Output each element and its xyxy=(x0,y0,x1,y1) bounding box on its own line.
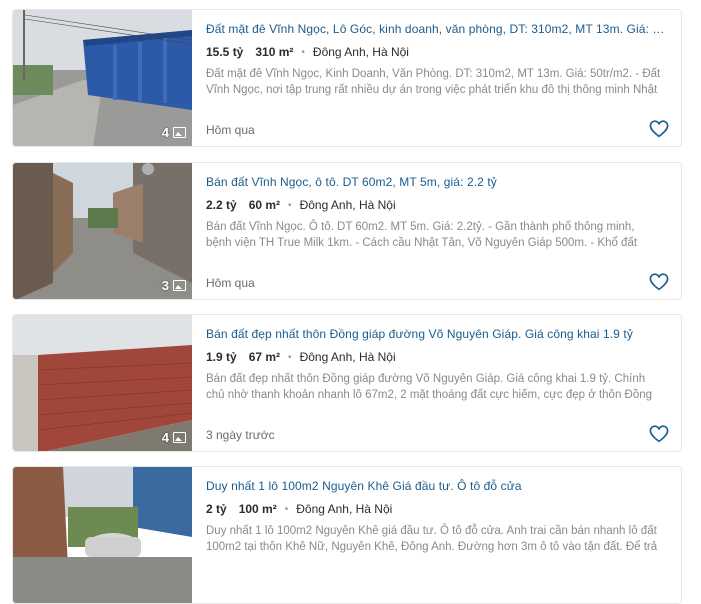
listing-list: 4 Đất mặt đê Vĩnh Ngọc, Lô Góc, kinh doa… xyxy=(0,0,701,604)
listing-location: Đông Anh, Hà Nội xyxy=(312,45,409,59)
listing-thumbnail[interactable]: 3 xyxy=(13,163,192,299)
listing-photo xyxy=(13,467,192,603)
listing-card[interactable]: Duy nhất 1 lô 100m2 Nguyên Khê Giá đầu t… xyxy=(12,466,682,604)
listing-title[interactable]: Duy nhất 1 lô 100m2 Nguyên Khê Giá đầu t… xyxy=(206,479,669,493)
listing-price: 2.2 tỷ xyxy=(206,198,237,212)
listing-meta: 1.9 tỷ 67 m² • Đông Anh, Hà Nội xyxy=(206,350,396,364)
listing-thumbnail[interactable]: 4 xyxy=(13,10,192,146)
heart-icon xyxy=(649,120,669,138)
listing-title[interactable]: Bán đất Vĩnh Ngọc, ô tô. DT 60m2, MT 5m,… xyxy=(206,175,669,189)
favorite-button[interactable] xyxy=(649,120,669,138)
listing-location: Đông Anh, Hà Nội xyxy=(296,502,393,516)
heart-icon xyxy=(649,273,669,291)
listing-body: Bán đất Vĩnh Ngọc, ô tô. DT 60m2, MT 5m,… xyxy=(206,163,669,299)
listing-posted-date: Hôm qua xyxy=(206,276,255,290)
listing-description: Bán đất đẹp nhất thôn Đồng giáp đường Võ… xyxy=(206,373,653,401)
favorite-button[interactable] xyxy=(649,273,669,291)
image-count-badge: 4 xyxy=(162,430,186,445)
separator-dot: • xyxy=(284,503,289,515)
image-count: 4 xyxy=(161,125,169,140)
listing-price: 2 tỷ xyxy=(206,502,227,516)
listing-description: Đất mặt đê Vĩnh Ngọc, Kinh Doanh, Văn Ph… xyxy=(206,68,661,96)
listing-area: 67 m² xyxy=(248,350,281,364)
listing-price: 15.5 tỷ xyxy=(206,45,244,59)
listing-body: Duy nhất 1 lô 100m2 Nguyên Khê Giá đầu t… xyxy=(206,467,669,603)
listing-area: 100 m² xyxy=(238,502,277,516)
heart-icon xyxy=(649,425,669,443)
image-icon xyxy=(173,280,186,291)
listing-location: Đông Anh, Hà Nội xyxy=(299,350,396,364)
favorite-button[interactable] xyxy=(649,425,669,443)
listing-posted-date: Hôm qua xyxy=(206,123,255,137)
image-count: 3 xyxy=(161,278,169,293)
listing-body: Bán đất đẹp nhất thôn Đồng giáp đường Võ… xyxy=(206,315,669,451)
separator-dot: • xyxy=(288,199,292,211)
listing-posted-date: 3 ngày trước xyxy=(206,428,275,442)
listing-title[interactable]: Bán đất đẹp nhất thôn Đồng giáp đường Võ… xyxy=(206,327,669,341)
listing-meta: 2.2 tỷ 60 m² • Đông Anh, Hà Nội xyxy=(206,198,396,212)
image-count-badge: 3 xyxy=(162,278,186,293)
listing-meta: 15.5 tỷ 310 m² • Đông Anh, Hà Nội xyxy=(206,45,409,59)
listing-body: Đất mặt đê Vĩnh Ngọc, Lô Góc, kinh doanh… xyxy=(206,10,669,146)
separator-dot: • xyxy=(301,46,305,58)
listing-area: 60 m² xyxy=(248,198,281,212)
listing-card[interactable]: 4 Bán đất đẹp nhất thôn Đồng giáp đường … xyxy=(12,314,682,452)
image-count-badge: 4 xyxy=(162,125,186,140)
listing-thumbnail[interactable] xyxy=(13,467,192,603)
image-icon xyxy=(173,432,186,443)
listing-description: Bán đất Vĩnh Ngọc. Ô tô. DT 60m2. MT 5m.… xyxy=(206,221,638,249)
listing-description: Duy nhất 1 lô 100m2 Nguyên Khê giá đầu t… xyxy=(206,525,658,553)
listing-location: Đông Anh, Hà Nội xyxy=(299,198,396,212)
image-count: 4 xyxy=(161,430,169,445)
listing-area: 310 m² xyxy=(255,45,294,59)
listing-price: 1.9 tỷ xyxy=(206,350,237,364)
listing-meta: 2 tỷ 100 m² • Đông Anh, Hà Nội xyxy=(206,502,392,516)
listing-thumbnail[interactable]: 4 xyxy=(13,315,192,451)
separator-dot: • xyxy=(288,351,292,363)
listing-title[interactable]: Đất mặt đê Vĩnh Ngọc, Lô Góc, kinh doanh… xyxy=(206,22,669,36)
listing-card[interactable]: 3 Bán đất Vĩnh Ngọc, ô tô. DT 60m2, MT 5… xyxy=(12,162,682,300)
listing-card[interactable]: 4 Đất mặt đê Vĩnh Ngọc, Lô Góc, kinh doa… xyxy=(12,9,682,147)
image-icon xyxy=(173,127,186,138)
